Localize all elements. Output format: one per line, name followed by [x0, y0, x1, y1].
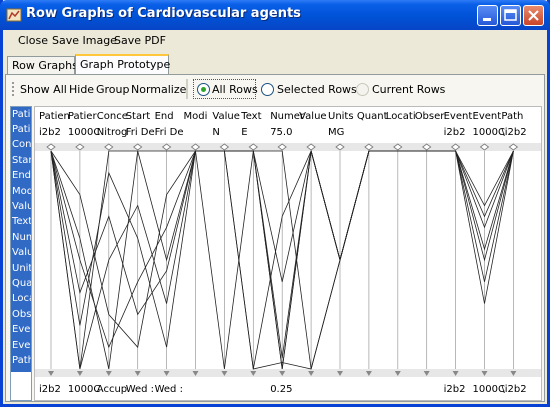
column-list-item[interactable]: Star [12, 155, 31, 166]
axis-bottom-value: 1000C [473, 384, 505, 395]
column-list-item[interactable]: Patie [12, 124, 31, 135]
tab-row-graphs[interactable]: Row Graphs [7, 56, 78, 74]
axis-bottom-value: 0.25 [270, 384, 292, 395]
menu-close[interactable]: Close [18, 34, 48, 47]
column-list-item[interactable]: Ever [12, 340, 31, 351]
axis-header-label[interactable]: Value [299, 111, 326, 122]
axis-bottom-value: Wed : [155, 384, 183, 395]
column-list[interactable]: Patie Patie Conc Star End Mod Valu Text … [10, 106, 32, 401]
menu-bar: Close Save Image Save PDF [3, 30, 547, 52]
axis-top-value: 1000C [473, 127, 505, 138]
axis-top-value: Nitrog [97, 127, 128, 138]
column-list-item[interactable]: Loca [12, 293, 31, 304]
axis-top-value: MG [328, 127, 344, 138]
radio-all-rows[interactable] [197, 83, 210, 96]
axis-header-label[interactable]: Modi [184, 111, 208, 122]
column-list-item[interactable]: Ever [12, 324, 31, 335]
axis-header-label[interactable]: Start [126, 111, 151, 122]
app-icon [6, 8, 22, 22]
axis-header-label[interactable]: Event [444, 111, 473, 122]
axis-header-label[interactable]: Path [501, 111, 523, 122]
axis-bottom-value: \i2b2 [501, 384, 526, 395]
column-list-item[interactable]: Valu [12, 247, 31, 258]
close-button[interactable] [523, 5, 544, 26]
toolbar-separator [186, 79, 188, 99]
minimize-button[interactable] [477, 5, 498, 26]
toolbar: Show All Hide Group Normalize All Rows S… [6, 75, 544, 103]
axis-top-value: Fri De [155, 127, 184, 138]
column-list-item[interactable]: Text [12, 216, 31, 227]
axis-bottom-value: i2b2 [39, 384, 61, 395]
menu-save-pdf[interactable]: Save PDF [114, 34, 166, 47]
column-list-item[interactable]: Qua [12, 278, 31, 289]
column-list-item[interactable]: Valu [12, 201, 31, 212]
axis-header-label[interactable]: Event [473, 111, 502, 122]
axis-bottom-value: i2b2 [444, 384, 466, 395]
axis-top-value: N [212, 127, 219, 138]
radio-current-rows-label: Current Rows [372, 83, 446, 96]
maximize-icon [504, 9, 517, 21]
axis-header-label[interactable]: Patier [68, 111, 98, 122]
application-window: Row Graphs of Cardiovascular agents Clos… [0, 0, 550, 407]
group-button[interactable]: Group [96, 83, 130, 96]
column-list-item[interactable]: Unit [12, 263, 31, 274]
axis-bottom-value: Accup [97, 384, 127, 395]
column-list-item[interactable]: Patie [12, 109, 31, 120]
title-bar[interactable]: Row Graphs of Cardiovascular agents [0, 0, 550, 30]
axis-top-value: 75.0 [270, 127, 292, 138]
axis-header-label[interactable]: Units [328, 111, 354, 122]
radio-selected-dot [201, 87, 206, 92]
axis-top-value: Fri De [126, 127, 155, 138]
axis-top-value: 1000C [68, 127, 100, 138]
axis-header-label[interactable]: Value [212, 111, 239, 122]
hide-button[interactable]: Hide [69, 83, 94, 96]
axis-top-value: i2b2 [444, 127, 466, 138]
show-all-button[interactable]: Show All [20, 83, 67, 96]
close-icon [528, 10, 539, 21]
column-list-item[interactable]: Num [12, 232, 31, 243]
parallel-coordinates-plot[interactable]: Patien i2b2 i2b2 Patier 1000C 1000C Conce Nitro… [34, 106, 542, 401]
minimize-icon [483, 18, 491, 21]
column-list-item[interactable]: Obs [12, 309, 31, 320]
axis-header-label[interactable]: Conce [97, 111, 128, 122]
radio-selected-rows-label[interactable]: Selected Rows [277, 83, 357, 96]
axis-top-value: E [241, 127, 247, 138]
axis-bottom-value: Wed : [126, 384, 154, 395]
axis-top-value: \i2b2 [501, 127, 526, 138]
radio-all-rows-label[interactable]: All Rows [212, 83, 258, 96]
axis-top-value: i2b2 [39, 127, 61, 138]
column-list-item[interactable]: Mod [12, 186, 31, 197]
toolbar-grip-icon [12, 82, 14, 96]
normalize-button[interactable]: Normalize [131, 83, 186, 96]
axis-bottom-value: 1000C [68, 384, 100, 395]
tab-graph-prototype[interactable]: Graph Prototype [75, 54, 170, 75]
column-list-item[interactable]: Conc [12, 139, 31, 150]
radio-current-rows [356, 83, 369, 96]
axis-header-label[interactable]: Text [240, 111, 261, 122]
radio-selected-rows[interactable] [261, 83, 274, 96]
bottom-band [35, 369, 541, 377]
axis-header-label[interactable]: Locati [386, 111, 416, 122]
axis-header-label[interactable]: Obser [415, 111, 446, 122]
axis-header-label[interactable]: Patien [39, 111, 70, 122]
axis-header-label[interactable]: End [155, 111, 174, 122]
parallel-coordinates-svg: Patien i2b2 i2b2 Patier 1000C 1000C Conce Nitro… [35, 111, 541, 395]
tab-strip: Row Graphs Graph Prototype [3, 54, 547, 75]
column-list-item[interactable]: End [12, 170, 31, 181]
axis-header-label[interactable]: Quant [357, 111, 388, 122]
menu-save-image[interactable]: Save Image [52, 34, 117, 47]
maximize-button[interactable] [500, 5, 521, 26]
column-list-item[interactable]: Path [12, 355, 31, 366]
graph-prototype-panel: Show All Hide Group Normalize All Rows S… [5, 74, 545, 402]
window-title: Row Graphs of Cardiovascular agents [26, 6, 301, 21]
